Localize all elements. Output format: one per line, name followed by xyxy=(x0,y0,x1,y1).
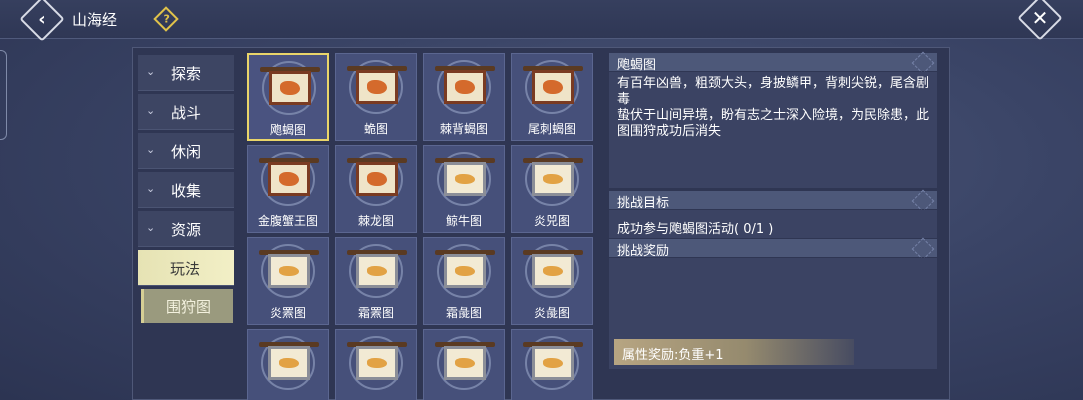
map-card[interactable]: 尾刺蝎图 xyxy=(511,53,593,141)
scroll-map-icon xyxy=(347,336,407,390)
info-title: 飑蝎图 xyxy=(617,58,657,73)
map-card-name: 霜彘图 xyxy=(445,306,482,320)
chevron-left-icon: ‹ xyxy=(38,8,46,30)
map-card-name: 尾刺蝎图 xyxy=(527,122,576,136)
reward-header: 挑战奖励 xyxy=(617,244,670,259)
scroll-map-icon xyxy=(259,336,319,390)
map-card[interactable]: 炎罴图 xyxy=(247,237,329,325)
map-card-name: 炎兕图 xyxy=(533,214,570,228)
map-card[interactable]: 棘龙图 xyxy=(335,145,417,233)
map-card[interactable]: 蛫图 xyxy=(335,53,417,141)
back-button[interactable]: ‹ xyxy=(19,0,65,42)
map-card-name: 霜罴图 xyxy=(357,306,394,320)
chevron-down-icon: ⌄ xyxy=(146,182,156,195)
info-title-bar: 飑蝎图 xyxy=(609,51,937,75)
chevron-down-icon: ⌄ xyxy=(146,104,156,117)
info-panel: 飑蝎图 有百年凶兽，粗颈大头，身披鳞甲，背刺尖锐，尾含剧毒 蛰伏于山间异境，盼有… xyxy=(609,51,937,369)
map-card[interactable]: 棘背蝎图 xyxy=(423,53,505,141)
goal-text: 成功参与飑蝎图活动( 0/1 ) xyxy=(617,222,774,237)
category-sidebar: ⌄ 探索 ⌄ 战斗 ⌄ 休闲 ⌄ 收集 ⌄ 资源 玩法 围狩图 xyxy=(138,55,236,323)
scroll-map-icon xyxy=(435,60,495,114)
close-button[interactable]: ✕ xyxy=(1017,0,1063,41)
scroll-map-icon xyxy=(347,244,407,298)
question-icon: ? xyxy=(163,12,170,26)
scroll-map-icon xyxy=(523,60,583,114)
goal-header-bar: 挑战目标 xyxy=(609,189,937,213)
sidebar-item-collect[interactable]: ⌄ 收集 xyxy=(138,172,234,208)
scroll-map-icon xyxy=(435,244,495,298)
scroll-map-icon xyxy=(523,244,583,298)
sidebar-item-leisure[interactable]: ⌄ 休闲 xyxy=(138,133,234,169)
close-icon: ✕ xyxy=(1031,6,1049,30)
chevron-down-icon: ⌄ xyxy=(146,143,156,156)
goal-box: 成功参与飑蝎图活动( 0/1 ) xyxy=(609,210,937,238)
ornament-icon xyxy=(911,237,935,261)
map-card[interactable]: 炎彘图 xyxy=(511,237,593,325)
map-card[interactable]: 炎兕图 xyxy=(511,145,593,233)
chevron-down-icon: ⌄ xyxy=(146,221,156,234)
scroll-map-icon xyxy=(347,60,407,114)
top-bar: ‹ 山海经 ? ✕ xyxy=(0,0,1083,42)
scroll-map-icon xyxy=(523,152,583,206)
help-button[interactable]: ? xyxy=(153,6,179,32)
sidebar-item-label: 玩法 xyxy=(170,260,201,278)
description-text: 有百年凶兽，粗颈大头，身披鳞甲，背刺尖锐，尾含剧毒 蛰伏于山间异境，盼有志之士深… xyxy=(617,76,930,139)
scroll-map-icon xyxy=(523,336,583,390)
sidebar-item-label: 资源 xyxy=(171,221,202,239)
ornament-icon xyxy=(911,51,935,75)
map-card-name: 炎彘图 xyxy=(533,306,570,320)
scroll-map-icon xyxy=(435,336,495,390)
map-card[interactable]: 飑蝎图 xyxy=(247,53,329,141)
map-card[interactable]: 鲸牛图 xyxy=(423,145,505,233)
sidebar-subitem-hunt-map[interactable]: 围狩图 xyxy=(141,289,233,323)
map-grid: 飑蝎图 蛫图 棘背蝎图 尾刺蝎图金腹蟹王图 棘龙图 鲸牛图 炎兕图炎罴图 霜罴图 霜彘图 炎彘图 xyxy=(247,53,597,400)
sidebar-item-gameplay[interactable]: 玩法 xyxy=(138,250,234,286)
page-title: 山海经 xyxy=(72,11,118,29)
sidebar-item-battle[interactable]: ⌄ 战斗 xyxy=(138,94,234,130)
reward-header-bar: 挑战奖励 xyxy=(609,237,937,261)
map-card-name: 蛫图 xyxy=(363,122,388,136)
description-box: 有百年凶兽，粗颈大头，身披鳞甲，背刺尖锐，尾含剧毒 蛰伏于山间异境，盼有志之士深… xyxy=(609,72,937,188)
scroll-map-icon xyxy=(347,152,407,206)
ornament-icon xyxy=(911,189,935,213)
map-card-name: 炎罴图 xyxy=(269,306,306,320)
map-card-name: 鲸牛图 xyxy=(445,214,482,228)
side-edge-handle[interactable] xyxy=(0,50,7,140)
scroll-map-icon xyxy=(435,152,495,206)
reward-item: 属性奖励:负重+1 xyxy=(614,339,854,365)
sidebar-item-label: 休闲 xyxy=(171,143,202,161)
map-card[interactable]: 金腹蟹王图 xyxy=(247,145,329,233)
map-card-name: 飑蝎图 xyxy=(269,123,306,137)
goal-header: 挑战目标 xyxy=(617,196,670,211)
map-card-name: 金腹蟹王图 xyxy=(257,214,318,228)
map-card[interactable]: 霜罴图 xyxy=(335,237,417,325)
map-card-name: 棘龙图 xyxy=(357,214,394,228)
sidebar-subitem-label: 围狩图 xyxy=(166,298,212,316)
scroll-map-icon xyxy=(260,61,320,115)
map-card[interactable] xyxy=(511,329,593,400)
map-card[interactable] xyxy=(423,329,505,400)
sidebar-item-label: 收集 xyxy=(171,182,202,200)
sidebar-item-resource[interactable]: ⌄ 资源 xyxy=(138,211,234,247)
map-card-name: 棘背蝎图 xyxy=(439,122,488,136)
scroll-map-icon xyxy=(259,244,319,298)
reward-text: 属性奖励:负重+1 xyxy=(622,348,724,363)
scroll-map-icon xyxy=(259,152,319,206)
map-card[interactable] xyxy=(335,329,417,400)
map-card[interactable] xyxy=(247,329,329,400)
sidebar-item-label: 探索 xyxy=(171,65,202,83)
sidebar-item-explore[interactable]: ⌄ 探索 xyxy=(138,55,234,91)
map-card[interactable]: 霜彘图 xyxy=(423,237,505,325)
sidebar-item-label: 战斗 xyxy=(171,104,202,122)
chevron-down-icon: ⌄ xyxy=(146,65,156,78)
